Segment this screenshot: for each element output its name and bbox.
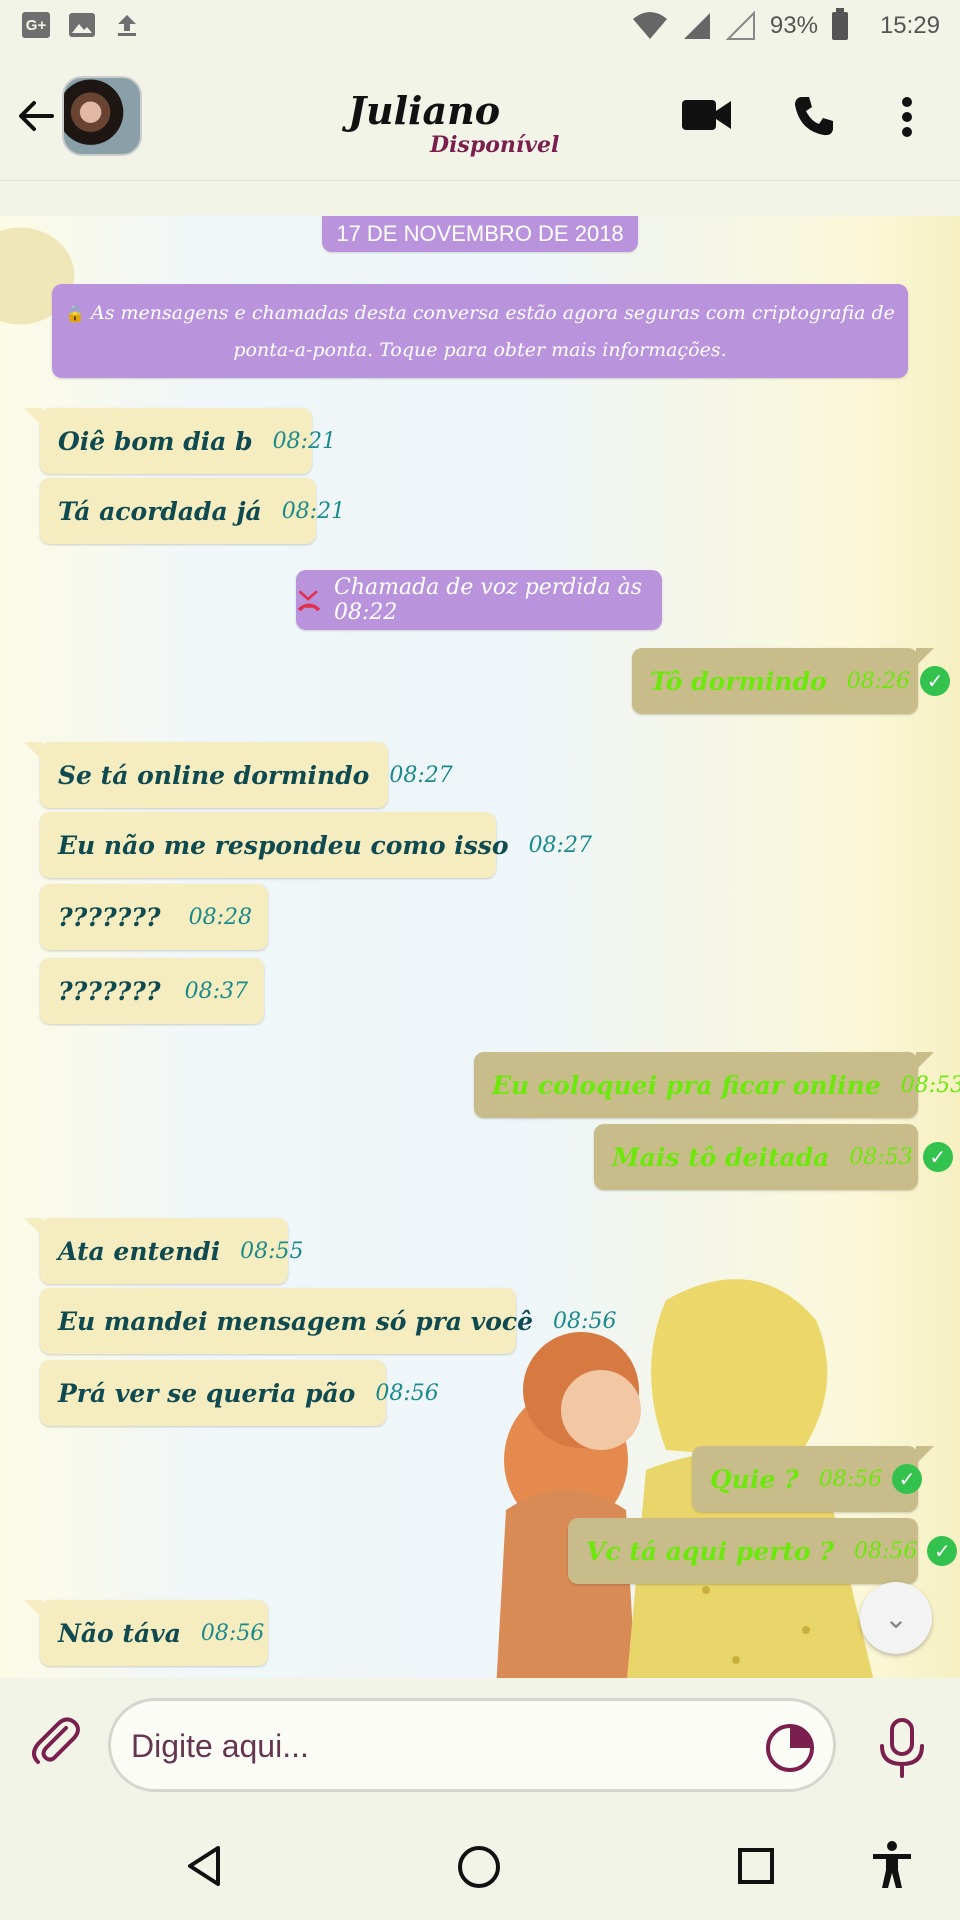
message-time: 08:53: [849, 1144, 913, 1170]
message-time: 08:56: [375, 1380, 439, 1406]
phone-call-icon[interactable]: [792, 94, 836, 138]
more-options-icon[interactable]: [900, 96, 914, 138]
message-time: 08:28: [188, 904, 252, 930]
status-bar: G+ 93% 15:29: [0, 0, 960, 52]
video-call-icon[interactable]: [682, 98, 732, 132]
recents-square-icon[interactable]: [736, 1846, 776, 1886]
message-time: 08:55: [240, 1238, 304, 1264]
message-time: 08:37: [184, 978, 248, 1004]
message-time: 08:21: [281, 498, 346, 524]
read-check-icon: ✓: [927, 1536, 958, 1566]
message-text: Tô dormindo: [650, 666, 827, 696]
outgoing-message[interactable]: Vc tá aqui perto ? 08:56 ✓: [568, 1518, 958, 1584]
message-text: ???????: [58, 902, 161, 932]
message-text: Prá ver se queria pão: [58, 1378, 356, 1408]
outgoing-message[interactable]: Mais tô deitada 08:53 ✓: [594, 1124, 953, 1190]
message-text: Se tá online dormindo: [58, 760, 370, 790]
back-arrow-icon[interactable]: [16, 96, 56, 136]
incoming-message[interactable]: Ata entendi 08:55: [24, 1218, 304, 1284]
message-time: 08:56: [200, 1620, 265, 1646]
message-text: Eu não me respondeu como isso: [58, 830, 509, 860]
message-text: Vc tá aqui perto ?: [586, 1536, 834, 1566]
message-text: Tá acordada já: [58, 496, 262, 526]
double-chevron-down-icon: ⌄: [884, 1601, 908, 1635]
incoming-message[interactable]: Prá ver se queria pão 08:56: [40, 1360, 439, 1426]
image-icon: [69, 13, 95, 37]
attach-paperclip-icon[interactable]: [28, 1714, 84, 1770]
encryption-notice-line1: As mensagens e chamadas desta conversa e…: [91, 301, 895, 324]
signal-icon: [683, 13, 710, 39]
signal-empty-icon: [725, 11, 755, 40]
outgoing-message[interactable]: Tô dormindo 08:26 ✓: [632, 648, 951, 714]
message-text: Eu coloquei pra ficar online: [492, 1070, 881, 1100]
message-text: Ata entendi: [58, 1236, 221, 1266]
contact-avatar[interactable]: [62, 76, 142, 156]
message-text: Quie ?: [710, 1464, 799, 1494]
incoming-message[interactable]: Tá acordada já 08:21: [40, 478, 345, 544]
missed-call-text: Chamada de voz perdida às 08:22: [334, 575, 642, 625]
date-separator: 17 DE NOVEMBRO DE 2018: [322, 216, 638, 252]
outgoing-message[interactable]: Eu coloquei pra ficar online08:53✓: [474, 1052, 960, 1118]
message-time: 08:56: [853, 1538, 918, 1564]
message-input-box[interactable]: [108, 1698, 836, 1792]
message-text: Não táva: [58, 1618, 181, 1648]
missed-call-notice[interactable]: Chamada de voz perdida às 08:22: [296, 570, 662, 630]
message-text: Oiê bom dia b: [58, 426, 253, 456]
read-check-icon: ✓: [920, 666, 951, 696]
message-text: Mais tô deitada: [612, 1142, 830, 1172]
incoming-message[interactable]: ??????? 08:37: [40, 958, 264, 1024]
system-icons: 93% 15:29: [632, 8, 940, 44]
back-triangle-icon[interactable]: [184, 1844, 224, 1888]
message-time: 08:53: [900, 1072, 960, 1098]
message-time: 08:56: [553, 1308, 617, 1334]
contact-status: Disponível: [430, 132, 560, 158]
emoji-sticker-icon[interactable]: [764, 1722, 816, 1774]
system-navigation-bar: [0, 1810, 960, 1920]
accessibility-icon[interactable]: [870, 1840, 914, 1890]
clock: 15:29: [879, 12, 940, 39]
incoming-message[interactable]: Eu não me respondeu como isso 08:27: [40, 812, 592, 878]
chat-header: Juliano: [0, 52, 960, 181]
microphone-icon[interactable]: [874, 1716, 930, 1778]
message-input[interactable]: [129, 1717, 733, 1775]
wifi-icon: [632, 12, 667, 39]
read-check-icon: ✓: [922, 1142, 953, 1172]
missed-call-icon: [297, 590, 321, 612]
notification-icons: G+: [22, 12, 140, 38]
message-time: 08:27: [389, 762, 453, 788]
incoming-message[interactable]: Se tá online dormindo 08:27: [24, 742, 453, 808]
google-plus-icon: G+: [22, 12, 50, 38]
message-time: 08:27: [528, 832, 592, 858]
contact-name[interactable]: Juliano: [348, 88, 500, 133]
battery-icon: [831, 8, 848, 40]
message-time: 08:21: [272, 428, 336, 454]
battery-percent: 93%: [769, 12, 818, 39]
encryption-notice[interactable]: 🔒 As mensagens e chamadas desta conversa…: [52, 284, 908, 378]
upload-icon: [118, 15, 136, 36]
read-check-icon: ✓: [892, 1464, 923, 1494]
message-text: ???????: [58, 976, 161, 1006]
incoming-message[interactable]: Eu mandei mensagem só pra você 08:56: [40, 1288, 616, 1354]
incoming-message[interactable]: ??????? 08:28: [40, 884, 268, 950]
lock-icon: 🔒: [65, 303, 85, 323]
message-time: 08:26: [846, 668, 911, 694]
chat-area[interactable]: 17 DE NOVEMBRO DE 2018 🔒 As mensagens e …: [0, 216, 960, 1678]
message-time: 08:56: [818, 1466, 883, 1492]
scroll-to-bottom-button[interactable]: ⌄: [860, 1582, 932, 1654]
incoming-message[interactable]: Não táva 08:56: [24, 1600, 268, 1666]
composer-bar: [0, 1678, 960, 1810]
message-text: Eu mandei mensagem só pra você: [58, 1306, 534, 1336]
encryption-notice-line2: ponta-a-ponta. Toque para obter mais inf…: [233, 338, 727, 361]
outgoing-message[interactable]: Quie ? 08:56 ✓: [692, 1446, 934, 1512]
incoming-message[interactable]: Oiê bom dia b 08:21: [24, 408, 336, 474]
home-circle-icon[interactable]: [456, 1844, 502, 1890]
